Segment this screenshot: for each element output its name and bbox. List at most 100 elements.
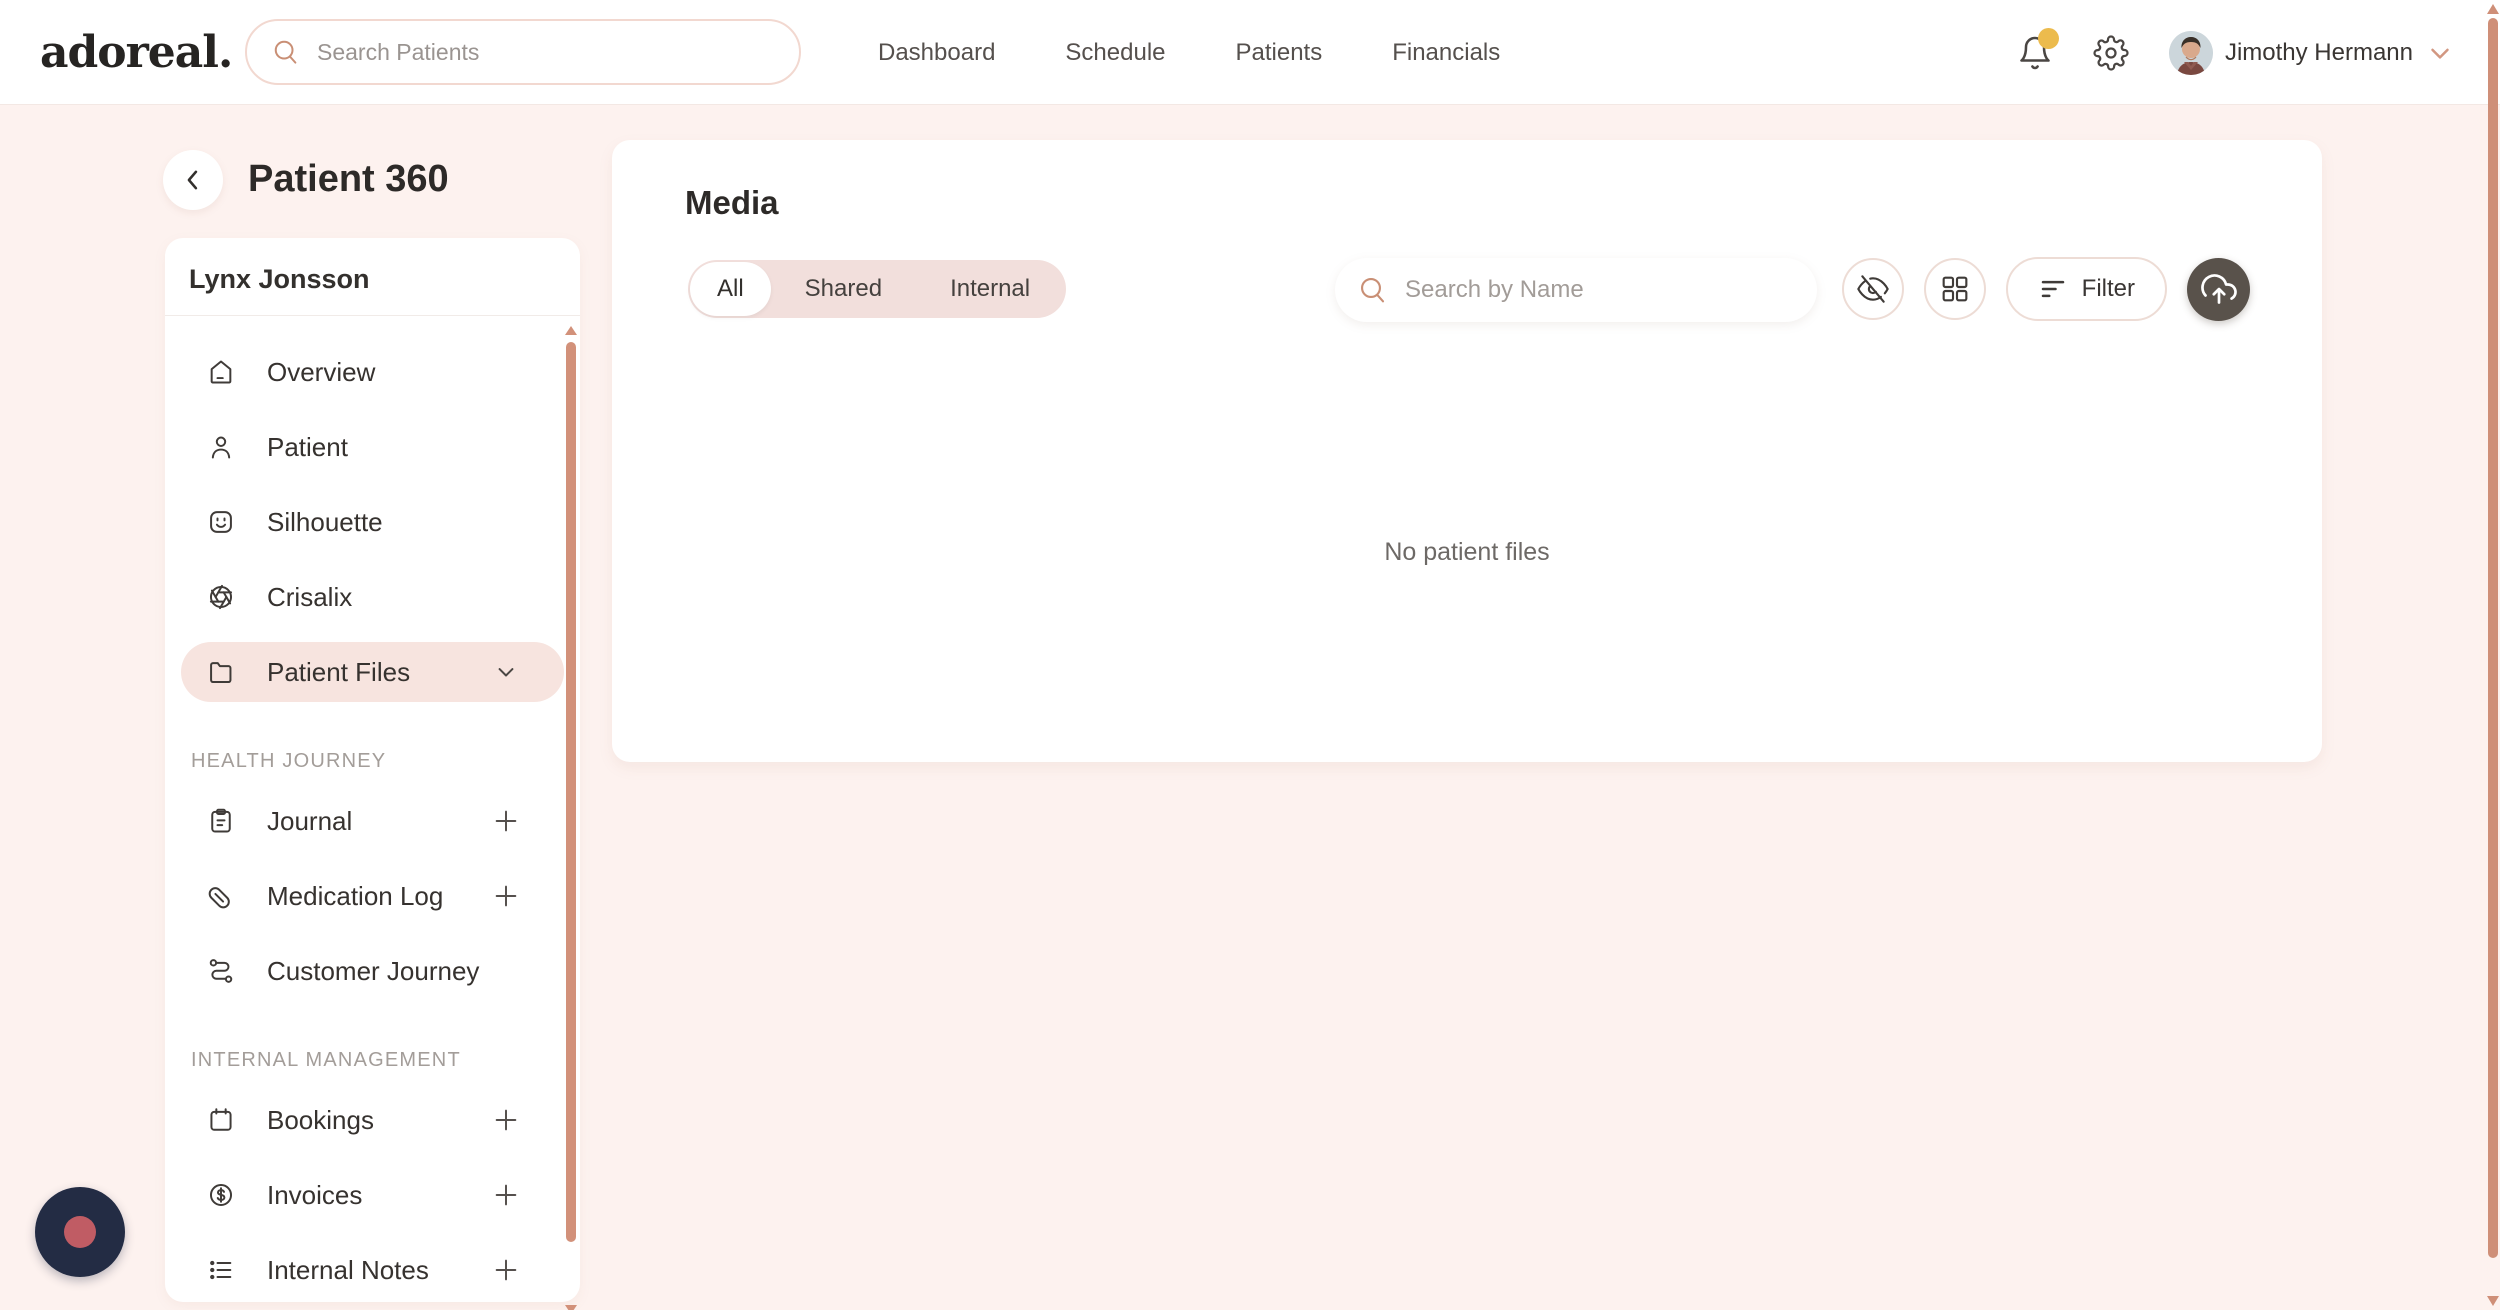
media-title: Media: [685, 184, 779, 222]
list-icon: [207, 1256, 235, 1284]
sidebar-item-medication-log[interactable]: Medication Log: [181, 866, 564, 926]
scroll-up-arrow[interactable]: [565, 326, 577, 335]
sidebar-item-label: Invoices: [267, 1180, 362, 1211]
toggle-visibility-button[interactable]: [1842, 258, 1904, 320]
chevron-down-icon: [2425, 38, 2455, 68]
avatar: [2169, 31, 2213, 75]
grid-view-button[interactable]: [1924, 258, 1986, 320]
cloud-upload-icon: [2201, 271, 2237, 307]
sidebar-item-label: Crisalix: [267, 582, 352, 613]
add-medication-button[interactable]: [492, 882, 520, 910]
plus-icon: [492, 882, 520, 910]
filter-icon: [2038, 274, 2068, 304]
scroll-down-arrow[interactable]: [2487, 1296, 2499, 1306]
gear-icon: [2093, 35, 2129, 71]
filter-button[interactable]: Filter: [2006, 257, 2167, 321]
media-search-input[interactable]: [1405, 276, 1795, 304]
tab-all[interactable]: All: [690, 262, 771, 316]
sidebar-item-label: Customer Journey: [267, 956, 479, 987]
add-invoice-button[interactable]: [492, 1181, 520, 1209]
scroll-up-arrow[interactable]: [2487, 4, 2499, 14]
media-search-bar[interactable]: [1335, 258, 1817, 322]
sidebar-item-customer-journey[interactable]: Customer Journey: [181, 941, 564, 1001]
section-label-internal-management: INTERNAL MANAGEMENT: [191, 1049, 554, 1072]
chevron-left-icon: [179, 166, 207, 194]
journey-icon: [207, 957, 235, 985]
tab-internal[interactable]: Internal: [916, 260, 1064, 318]
eye-off-icon: [1857, 273, 1889, 305]
nav-dashboard[interactable]: Dashboard: [878, 39, 995, 67]
sidebar-item-label: Bookings: [267, 1105, 374, 1136]
media-tabs: All Shared Internal: [688, 260, 1066, 318]
sidebar-scrollbar[interactable]: [566, 330, 576, 1296]
chevron-down-icon: [492, 658, 520, 686]
sidebar-item-label: Internal Notes: [267, 1255, 429, 1286]
sidebar-item-patient[interactable]: Patient: [181, 417, 564, 477]
pill-icon: [207, 882, 235, 910]
sidebar-item-journal[interactable]: Journal: [181, 791, 564, 851]
media-toolbar: Filter: [1842, 257, 2250, 321]
upload-button[interactable]: [2187, 258, 2250, 321]
page-title: Patient 360: [248, 158, 449, 201]
sidebar-item-label: Patient: [267, 432, 348, 463]
filter-label: Filter: [2082, 275, 2135, 303]
patient-search-bar[interactable]: [245, 19, 801, 85]
add-internal-note-button[interactable]: [492, 1256, 520, 1284]
sidebar-item-internal-notes[interactable]: Internal Notes: [181, 1240, 564, 1300]
sidebar-item-invoices[interactable]: Invoices: [181, 1165, 564, 1225]
settings-button[interactable]: [2093, 35, 2129, 71]
page-scroll-thumb[interactable]: [2488, 18, 2498, 1258]
search-icon: [271, 37, 301, 67]
sidebar-item-crisalix[interactable]: Crisalix: [181, 567, 564, 627]
header-actions: Jimothy Hermann: [2017, 0, 2455, 105]
grid-icon: [1939, 273, 1971, 305]
media-panel: Media All Shared Internal Filt: [612, 140, 2322, 762]
main-nav: Dashboard Schedule Patients Financials: [878, 0, 1500, 105]
folder-icon: [207, 658, 235, 686]
clipboard-icon: [207, 807, 235, 835]
section-label-health-journey: HEALTH JOURNEY: [191, 750, 554, 773]
add-journal-button[interactable]: [492, 807, 520, 835]
face-icon: [207, 508, 235, 536]
patient-name: Lynx Jonsson: [165, 238, 580, 316]
user-menu[interactable]: Jimothy Hermann: [2169, 31, 2455, 75]
person-icon: [207, 433, 235, 461]
empty-state-message: No patient files: [612, 538, 2322, 567]
nav-schedule[interactable]: Schedule: [1065, 39, 1165, 67]
plus-icon: [492, 1256, 520, 1284]
sidebar-menu: Overview Patient Silhouette Crisali: [165, 316, 580, 1300]
sidebar-item-label: Journal: [267, 806, 352, 837]
add-booking-button[interactable]: [492, 1106, 520, 1134]
tab-shared[interactable]: Shared: [771, 260, 916, 318]
nav-patients[interactable]: Patients: [1236, 39, 1323, 67]
sidebar-item-label: Patient Files: [267, 657, 410, 688]
plus-icon: [492, 1106, 520, 1134]
notifications-button[interactable]: [2017, 35, 2053, 71]
calendar-icon: [207, 1106, 235, 1134]
scroll-down-arrow[interactable]: [565, 1305, 577, 1310]
sidebar-scroll-thumb[interactable]: [566, 342, 576, 1242]
sidebar-item-bookings[interactable]: Bookings: [181, 1090, 564, 1150]
chat-widget-button[interactable]: [35, 1187, 125, 1277]
chat-widget-icon: [64, 1216, 96, 1248]
sidebar-item-label: Overview: [267, 357, 375, 388]
notification-badge: [2038, 28, 2059, 49]
patient-sidebar: Lynx Jonsson Overview Patient Silhouette: [165, 238, 580, 1302]
user-name: Jimothy Hermann: [2225, 39, 2413, 67]
plus-icon: [492, 1181, 520, 1209]
search-icon: [1357, 274, 1389, 306]
plus-icon: [492, 807, 520, 835]
sidebar-item-label: Medication Log: [267, 881, 443, 912]
app-header: adoreal. Dashboard Schedule Patients Fin…: [0, 0, 2500, 105]
home-icon: [207, 358, 235, 386]
sidebar-item-overview[interactable]: Overview: [181, 342, 564, 402]
page-scrollbar[interactable]: [2488, 0, 2498, 1310]
sidebar-item-patient-files[interactable]: Patient Files: [181, 642, 564, 702]
dollar-icon: [207, 1181, 235, 1209]
back-button[interactable]: [163, 150, 223, 210]
search-patients-input[interactable]: [317, 39, 775, 66]
sidebar-item-silhouette[interactable]: Silhouette: [181, 492, 564, 552]
aperture-icon: [207, 583, 235, 611]
sidebar-item-label: Silhouette: [267, 507, 383, 538]
nav-financials[interactable]: Financials: [1392, 39, 1500, 67]
